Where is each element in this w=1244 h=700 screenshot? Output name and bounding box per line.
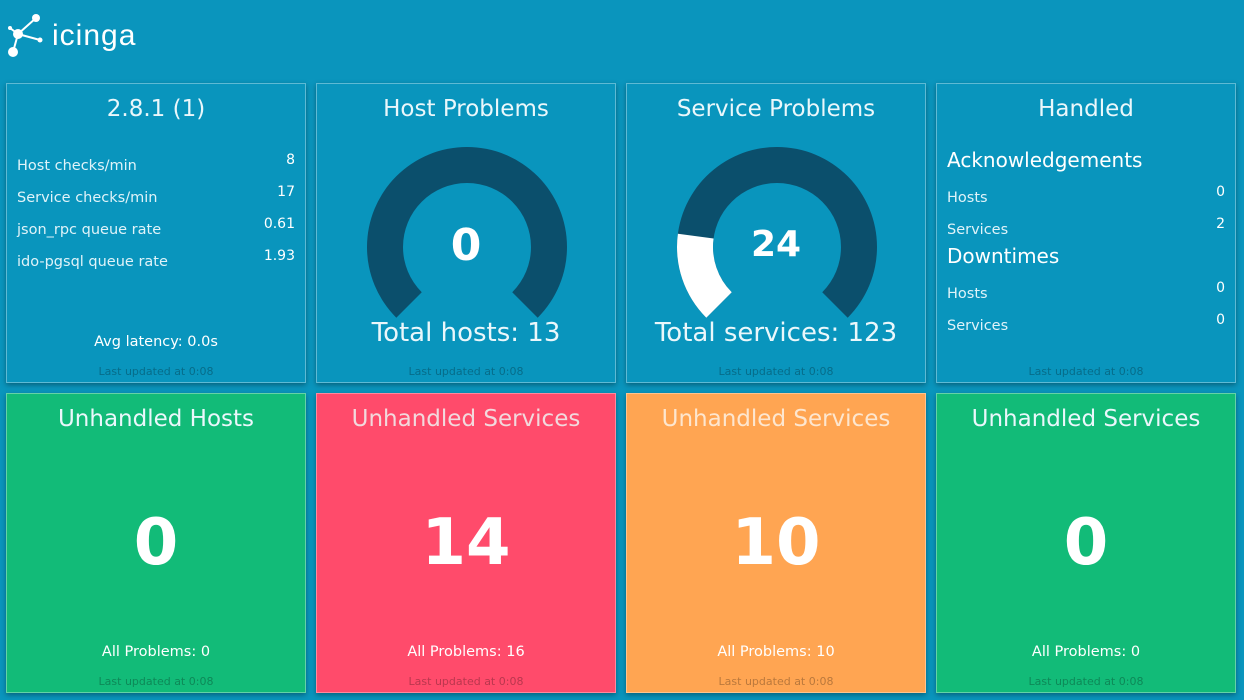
stat-value: 0 <box>1216 280 1225 296</box>
stat-row: json_rpc queue rate 0.61 <box>17 216 295 240</box>
stat-label: Hosts <box>947 190 988 206</box>
version-title: 2.8.1 (1) <box>106 96 206 122</box>
stat-value: 2 <box>1216 216 1225 232</box>
unhandled-services-warning-widget: Unhandled Services 10 All Problems: 10 L… <box>626 393 926 693</box>
tile-title: Unhandled Services <box>661 406 891 432</box>
host-problems-count: 0 <box>450 220 482 271</box>
unhandled-services-unknown-widget: Unhandled Services 0 All Problems: 0 Las… <box>936 393 1236 693</box>
last-updated: Last updated at 0:08 <box>98 675 214 688</box>
stat-value: 8 <box>286 152 295 168</box>
last-updated: Last updated at 0:08 <box>98 365 214 378</box>
all-problems: All Problems: 16 <box>407 644 525 660</box>
all-problems: All Problems: 10 <box>717 644 835 660</box>
last-updated: Last updated at 0:08 <box>1028 365 1144 378</box>
stat-row: Service checks/min 17 <box>17 184 295 208</box>
tile-title: Unhandled Hosts <box>57 406 255 432</box>
last-updated: Last updated at 0:08 <box>408 365 524 378</box>
stat-label: Services <box>947 222 1009 238</box>
service-problems-gauge <box>677 146 877 318</box>
last-updated: Last updated at 0:08 <box>718 365 834 378</box>
total-hosts: Total hosts: 13 <box>371 318 561 348</box>
logo-text: icinga <box>52 19 137 52</box>
stat-value: 1.93 <box>263 248 295 264</box>
stat-label: Host checks/min <box>17 158 137 174</box>
unhandled-hosts-widget: Unhandled Hosts 0 All Problems: 0 Last u… <box>6 393 306 693</box>
avg-latency: Avg latency: 0.0s <box>94 334 218 350</box>
stat-row: Host checks/min 8 <box>17 152 295 176</box>
icinga-logo-icon <box>8 14 43 57</box>
downtimes-heading: Downtimes <box>947 244 1060 268</box>
stat-row: ido-pgsql queue rate 1.93 <box>17 248 295 272</box>
service-problems-count: 24 <box>750 224 802 265</box>
tile-count: 0 <box>1063 506 1109 580</box>
acknowledgements-heading: Acknowledgements <box>947 148 1143 172</box>
total-services: Total services: 123 <box>654 318 898 348</box>
stat-value: 17 <box>277 184 295 200</box>
tile-count: 10 <box>731 506 821 580</box>
icinga-logo: icinga <box>8 8 168 64</box>
stat-value: 0 <box>1216 312 1225 328</box>
tile-count: 0 <box>133 506 179 580</box>
stat-value: 0.61 <box>263 216 295 232</box>
stat-value: 0 <box>1216 184 1225 200</box>
last-updated: Last updated at 0:08 <box>1028 675 1144 688</box>
tile-title: Unhandled Services <box>971 406 1201 432</box>
handled-title: Handled <box>1038 96 1134 122</box>
last-updated: Last updated at 0:08 <box>718 675 834 688</box>
down-hosts-row: Hosts 0 <box>947 280 1225 304</box>
stat-label: ido-pgsql queue rate <box>17 254 168 270</box>
unhandled-services-critical-widget: Unhandled Services 14 All Problems: 16 L… <box>316 393 616 693</box>
stat-label: json_rpc queue rate <box>17 222 162 238</box>
stat-label: Services <box>947 318 1009 334</box>
stat-label: Hosts <box>947 286 988 302</box>
all-problems: All Problems: 0 <box>101 644 211 660</box>
status-widget: 2.8.1 (1) Host checks/min 8 Service chec… <box>6 83 306 383</box>
host-problems-gauge <box>367 146 567 318</box>
ack-hosts-row: Hosts 0 <box>947 184 1225 208</box>
stat-label: Service checks/min <box>17 190 158 206</box>
last-updated: Last updated at 0:08 <box>408 675 524 688</box>
handled-widget: Handled Acknowledgements Hosts 0 Service… <box>936 83 1236 383</box>
host-problems-widget: Host Problems 0 Total hosts: 13 Last upd… <box>316 83 616 383</box>
down-services-row: Services 0 <box>947 312 1225 336</box>
tile-count: 14 <box>421 506 511 580</box>
tile-title: Unhandled Services <box>351 406 581 432</box>
service-problems-widget: Service Problems 24 Total services: 123 … <box>626 83 926 383</box>
ack-services-row: Services 2 <box>947 216 1225 240</box>
all-problems: All Problems: 0 <box>1031 644 1141 660</box>
